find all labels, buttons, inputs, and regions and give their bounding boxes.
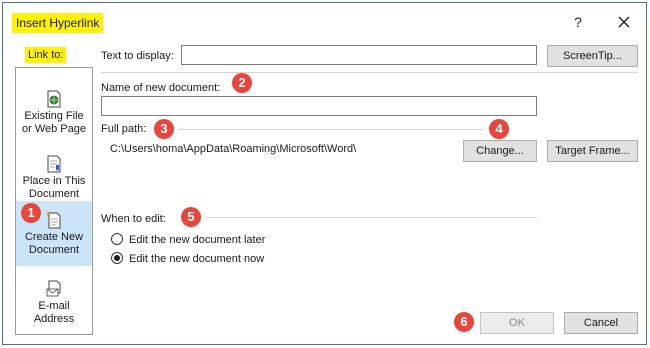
full-path-value: C:\Users\homa\AppData\Roaming\Microsoft\… <box>110 143 357 155</box>
annotation-badge-4: 4 <box>489 119 509 139</box>
help-button[interactable]: ? <box>571 13 585 31</box>
annotation-badge-2: 2 <box>232 73 252 93</box>
envelope-icon <box>46 280 61 297</box>
change-button[interactable]: Change... <box>463 140 537 162</box>
link-item-create-new-label: Create New Document <box>24 231 84 256</box>
when-to-edit-divider <box>206 217 537 218</box>
close-icon <box>618 16 630 28</box>
full-path-label: Full path: <box>101 123 147 135</box>
link-item-existing-file-label: Existing File or Web Page <box>21 110 86 135</box>
screentip-button[interactable]: ScreenTip... <box>547 45 638 67</box>
edit-now-radio[interactable] <box>111 252 123 264</box>
insert-hyperlink-dialog: Insert Hyperlink ? Link to: Existing Fil… <box>2 2 647 345</box>
edit-later-radio[interactable] <box>111 233 123 245</box>
globe-file-icon <box>47 90 61 108</box>
new-document-icon <box>45 211 61 229</box>
ok-button[interactable]: OK <box>480 312 554 334</box>
annotation-badge-6: 6 <box>454 312 474 332</box>
link-item-place-label: Place in This Document <box>22 175 86 200</box>
link-item-existing-file[interactable]: Existing File or Web Page <box>16 80 92 145</box>
section-divider <box>101 72 638 73</box>
annotation-badge-1: 1 <box>21 203 41 223</box>
when-to-edit-label: When to edit: <box>101 213 166 225</box>
new-document-name-label: Name of new document: <box>101 82 221 94</box>
link-to-panel: Existing File or Web Page Place in This … <box>15 67 93 335</box>
document-bookmark-icon <box>47 155 61 173</box>
link-item-email-address[interactable]: E-mail Address <box>16 270 92 335</box>
annotation-badge-3: 3 <box>154 119 174 139</box>
edit-later-label: Edit the new document later <box>129 234 266 246</box>
text-to-display-input[interactable] <box>181 45 537 65</box>
annotation-badge-5: 5 <box>181 207 201 227</box>
text-to-display-label: Text to display: <box>101 50 174 62</box>
close-button[interactable] <box>615 13 633 31</box>
cancel-button[interactable]: Cancel <box>564 312 638 334</box>
dialog-title: Insert Hyperlink <box>12 13 104 33</box>
new-document-name-input[interactable] <box>101 96 537 116</box>
target-frame-button[interactable]: Target Frame... <box>547 140 638 162</box>
link-to-label: Link to: <box>25 47 67 63</box>
full-path-divider <box>178 129 483 130</box>
link-item-email-label: E-mail Address <box>33 300 75 325</box>
edit-now-label: Edit the new document now <box>129 253 265 265</box>
